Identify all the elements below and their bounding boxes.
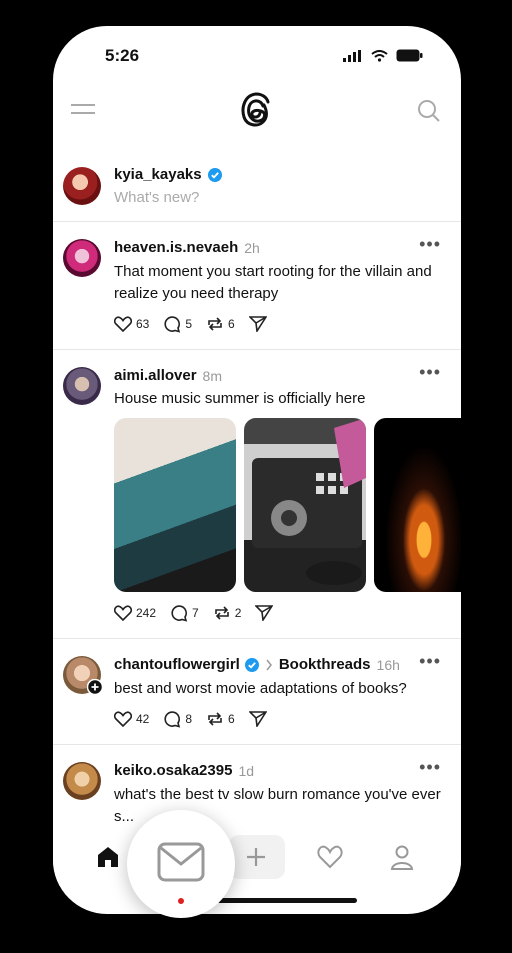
username[interactable]: heaven.is.nevaeh — [114, 239, 238, 256]
post-text: House music summer is officially here — [114, 390, 366, 407]
status-icons — [343, 49, 423, 62]
post-image[interactable] — [244, 418, 366, 592]
post-image[interactable] — [114, 418, 236, 592]
post-header: aimi.allover 8m — [114, 367, 222, 384]
more-options-button[interactable]: ••• — [419, 362, 441, 383]
home-indicator — [217, 898, 357, 903]
bottom-nav — [53, 831, 461, 886]
divider — [53, 638, 461, 639]
like-button[interactable]: 42 — [114, 711, 149, 727]
compose-row[interactable]: kyia_kayaks What's new? — [53, 161, 461, 221]
reply-button[interactable]: 5 — [163, 315, 192, 333]
send-icon — [248, 711, 267, 727]
battery-icon — [396, 49, 423, 62]
reply-button[interactable]: 7 — [170, 604, 199, 622]
mail-icon — [157, 842, 205, 882]
post-time: 1d — [238, 762, 255, 779]
post-header: keiko.osaka2395 1d — [114, 762, 254, 779]
repost-icon — [208, 712, 222, 726]
more-options-button[interactable]: ••• — [419, 757, 441, 778]
chevron-right-icon — [266, 659, 272, 670]
like-count: 42 — [136, 712, 150, 726]
username[interactable]: keiko.osaka2395 — [114, 762, 232, 779]
compose-input[interactable]: What's new? — [114, 189, 199, 206]
username[interactable]: chantouflowergirl — [114, 656, 240, 673]
home-icon[interactable] — [95, 845, 121, 869]
heart-icon — [114, 316, 132, 332]
share-button[interactable] — [248, 711, 267, 727]
repost-icon — [214, 606, 229, 620]
verified-badge-icon — [207, 167, 222, 182]
post-time: 8m — [202, 367, 222, 384]
comment-icon — [164, 711, 181, 728]
avatar[interactable] — [63, 367, 101, 405]
comment-icon — [171, 605, 188, 622]
status-bar: 5:26 — [53, 26, 461, 86]
post-actions: 42 8 6 — [114, 710, 267, 728]
username[interactable]: kyia_kayaks — [114, 166, 202, 183]
repost-button[interactable]: 6 — [206, 711, 235, 727]
repost-count: 6 — [228, 317, 235, 331]
post-header: heaven.is.nevaeh 2h — [114, 239, 260, 256]
divider — [53, 744, 461, 745]
notification-dot — [178, 898, 184, 904]
threads-logo-icon[interactable] — [239, 91, 273, 129]
heart-icon — [114, 605, 132, 621]
reply-button[interactable]: 8 — [163, 710, 192, 728]
repost-button[interactable]: 2 — [213, 605, 242, 621]
messages-button[interactable] — [127, 810, 235, 918]
post-time: 2h — [244, 239, 260, 256]
reply-count: 5 — [185, 317, 193, 331]
post-actions: 242 7 2 — [114, 604, 274, 622]
search-icon[interactable] — [417, 99, 441, 123]
repost-icon — [208, 317, 222, 331]
menu-icon[interactable] — [71, 101, 95, 117]
avatar[interactable] — [63, 762, 101, 800]
like-count: 242 — [136, 606, 157, 620]
share-button[interactable] — [248, 316, 267, 332]
repost-count: 6 — [228, 712, 235, 726]
like-count: 63 — [136, 317, 150, 331]
heart-icon[interactable] — [317, 845, 343, 869]
divider — [53, 221, 461, 222]
post-header: chantouflowergirl Bookthreads 16h — [114, 656, 400, 673]
profile-icon[interactable] — [390, 845, 414, 871]
repost-count: 2 — [234, 606, 242, 620]
wifi-icon — [371, 49, 388, 62]
post-text: That moment you start rooting for the vi… — [114, 263, 432, 302]
reply-count: 7 — [192, 606, 199, 620]
more-options-button[interactable]: ••• — [419, 234, 441, 255]
image-carousel[interactable] — [114, 418, 461, 592]
plus-icon — [247, 848, 265, 866]
like-button[interactable]: 63 — [114, 316, 149, 332]
dj-controller-image — [252, 418, 366, 585]
post-actions: 63 5 6 — [114, 315, 267, 333]
phone-screen: 5:26 kyia_kayaks What's new? heaven.is.n… — [53, 26, 461, 914]
comment-icon — [164, 316, 181, 333]
verified-badge-icon — [244, 657, 259, 672]
signal-icon — [343, 49, 361, 62]
avatar[interactable] — [63, 239, 101, 277]
heart-icon — [114, 711, 132, 727]
repost-button[interactable]: 6 — [206, 316, 235, 332]
username[interactable]: aimi.allover — [114, 367, 197, 384]
like-button[interactable]: 242 — [114, 605, 156, 621]
compose-user: kyia_kayaks — [114, 166, 222, 183]
send-icon — [248, 316, 267, 332]
more-options-button[interactable]: ••• — [419, 651, 441, 672]
top-bar — [53, 91, 461, 131]
avatar[interactable] — [63, 167, 101, 205]
follow-plus-icon[interactable] — [87, 679, 103, 695]
status-time: 5:26 — [105, 46, 140, 65]
community-name[interactable]: Bookthreads — [279, 656, 371, 673]
post-image[interactable] — [374, 418, 461, 592]
post-text: best and worst movie adaptations of book… — [114, 680, 407, 697]
reply-count: 8 — [185, 712, 193, 726]
send-icon — [255, 605, 274, 621]
share-button[interactable] — [255, 605, 274, 621]
post-time: 16h — [376, 656, 400, 673]
divider — [53, 349, 461, 350]
